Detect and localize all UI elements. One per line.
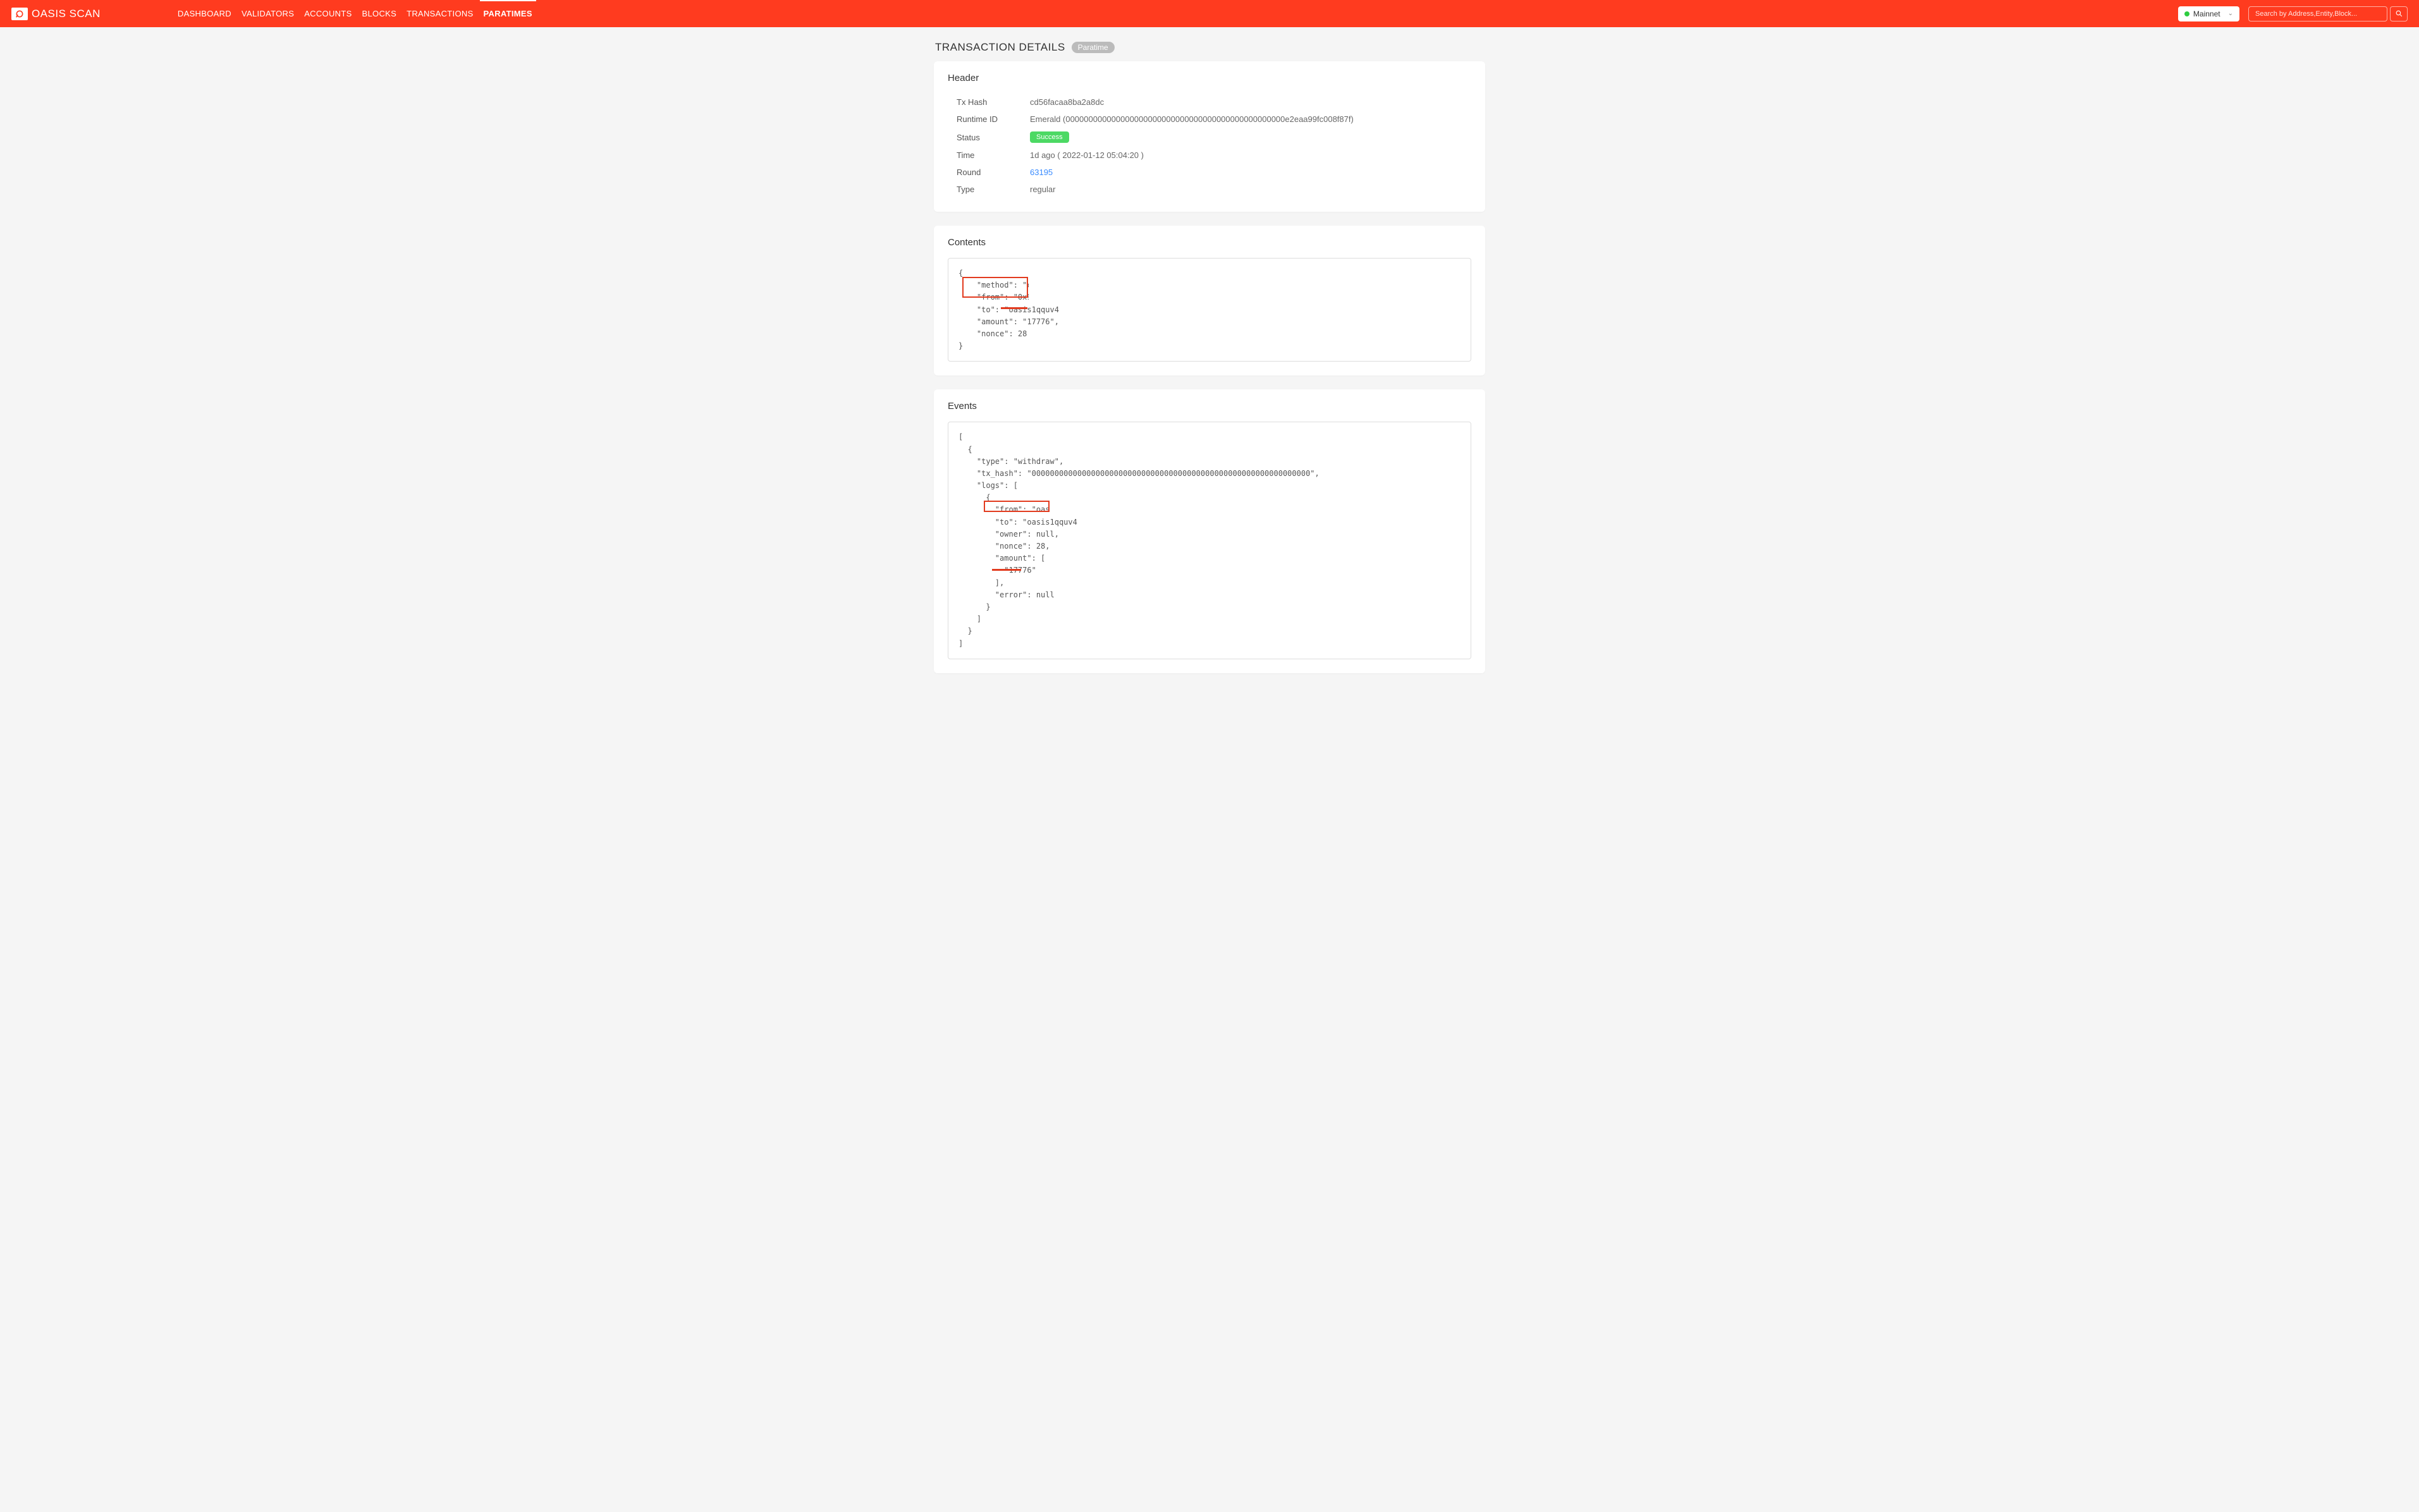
nav-transactions[interactable]: TRANSACTIONS	[405, 0, 474, 27]
header-card: Header Tx Hash cd56facaa8ba2a8dc Runtime…	[934, 61, 1485, 212]
nav-paratimes[interactable]: PARATIMES	[482, 0, 534, 27]
runtime-id-label: Runtime ID	[957, 114, 1030, 124]
row-runtime-id: Runtime ID Emerald (00000000000000000000…	[957, 111, 1471, 128]
contents-code-frame: { "method": "consensus.Withdraw", "from"…	[948, 258, 1471, 362]
search-wrap	[2248, 6, 2408, 21]
contents-code: { "method": "consensus.Withdraw", "from"…	[958, 267, 1461, 352]
paratime-pill: Paratime	[1072, 42, 1115, 53]
page-title-row: TRANSACTION DETAILS Paratime	[934, 41, 1485, 61]
nav-validators[interactable]: VALIDATORS	[240, 0, 295, 27]
logo[interactable]: OASIS SCAN	[11, 8, 101, 20]
search-input[interactable]	[2248, 6, 2387, 21]
header-kv-table: Tx Hash cd56facaa8ba2a8dc Runtime ID Eme…	[948, 94, 1471, 198]
page-content: TRANSACTION DETAILS Paratime Header Tx H…	[934, 27, 1485, 712]
events-code-frame: [ { "type": "withdraw", "tx_hash": "0000…	[948, 422, 1471, 659]
row-type: Type regular	[957, 181, 1471, 198]
events-card: Events [ { "type": "withdraw", "tx_hash"…	[934, 389, 1485, 673]
nav-blocks[interactable]: BLOCKS	[361, 0, 398, 27]
header-right: Mainnet ⌄	[2178, 6, 2408, 21]
contents-card: Contents { "method": "consensus.Withdraw…	[934, 226, 1485, 375]
contents-card-title: Contents	[948, 237, 1471, 248]
time-label: Time	[957, 150, 1030, 160]
row-round: Round 63195	[957, 164, 1471, 181]
time-value: 1d ago ( 2022-01-12 05:04:20 )	[1030, 150, 1471, 160]
tx-hash-label: Tx Hash	[957, 97, 1030, 107]
search-button[interactable]	[2390, 6, 2408, 21]
runtime-id-value: Emerald (0000000000000000000000000000000…	[1030, 114, 1471, 124]
events-card-title: Events	[948, 401, 1471, 412]
top-header: OASIS SCAN DASHBOARD VALIDATORS ACCOUNTS…	[0, 0, 2419, 27]
logo-icon	[11, 8, 28, 20]
status-label: Status	[957, 133, 1030, 142]
nav-dashboard[interactable]: DASHBOARD	[176, 0, 233, 27]
row-status: Status Success	[957, 128, 1471, 147]
status-badge: Success	[1030, 131, 1069, 143]
round-label: Round	[957, 168, 1030, 177]
status-value-cell: Success	[1030, 131, 1471, 143]
header-card-title: Header	[948, 73, 1471, 83]
search-icon	[2395, 9, 2403, 18]
network-name: Mainnet	[2193, 9, 2220, 18]
round-link[interactable]: 63195	[1030, 168, 1053, 177]
tx-hash-value: cd56facaa8ba2a8dc	[1030, 97, 1471, 107]
type-label: Type	[957, 185, 1030, 194]
row-tx-hash: Tx Hash cd56facaa8ba2a8dc	[957, 94, 1471, 111]
status-dot-icon	[2184, 11, 2189, 16]
events-code: [ { "type": "withdraw", "tx_hash": "0000…	[958, 431, 1461, 649]
type-value: regular	[1030, 185, 1471, 194]
nav-accounts[interactable]: ACCOUNTS	[303, 0, 353, 27]
brand-text: OASIS SCAN	[32, 8, 101, 20]
row-time: Time 1d ago ( 2022-01-12 05:04:20 )	[957, 147, 1471, 164]
page-title: TRANSACTION DETAILS	[935, 41, 1065, 54]
main-nav: DASHBOARD VALIDATORS ACCOUNTS BLOCKS TRA…	[176, 0, 534, 27]
round-value-cell: 63195	[1030, 168, 1471, 177]
chevron-down-icon: ⌄	[2228, 10, 2233, 17]
network-select[interactable]: Mainnet ⌄	[2178, 6, 2239, 21]
